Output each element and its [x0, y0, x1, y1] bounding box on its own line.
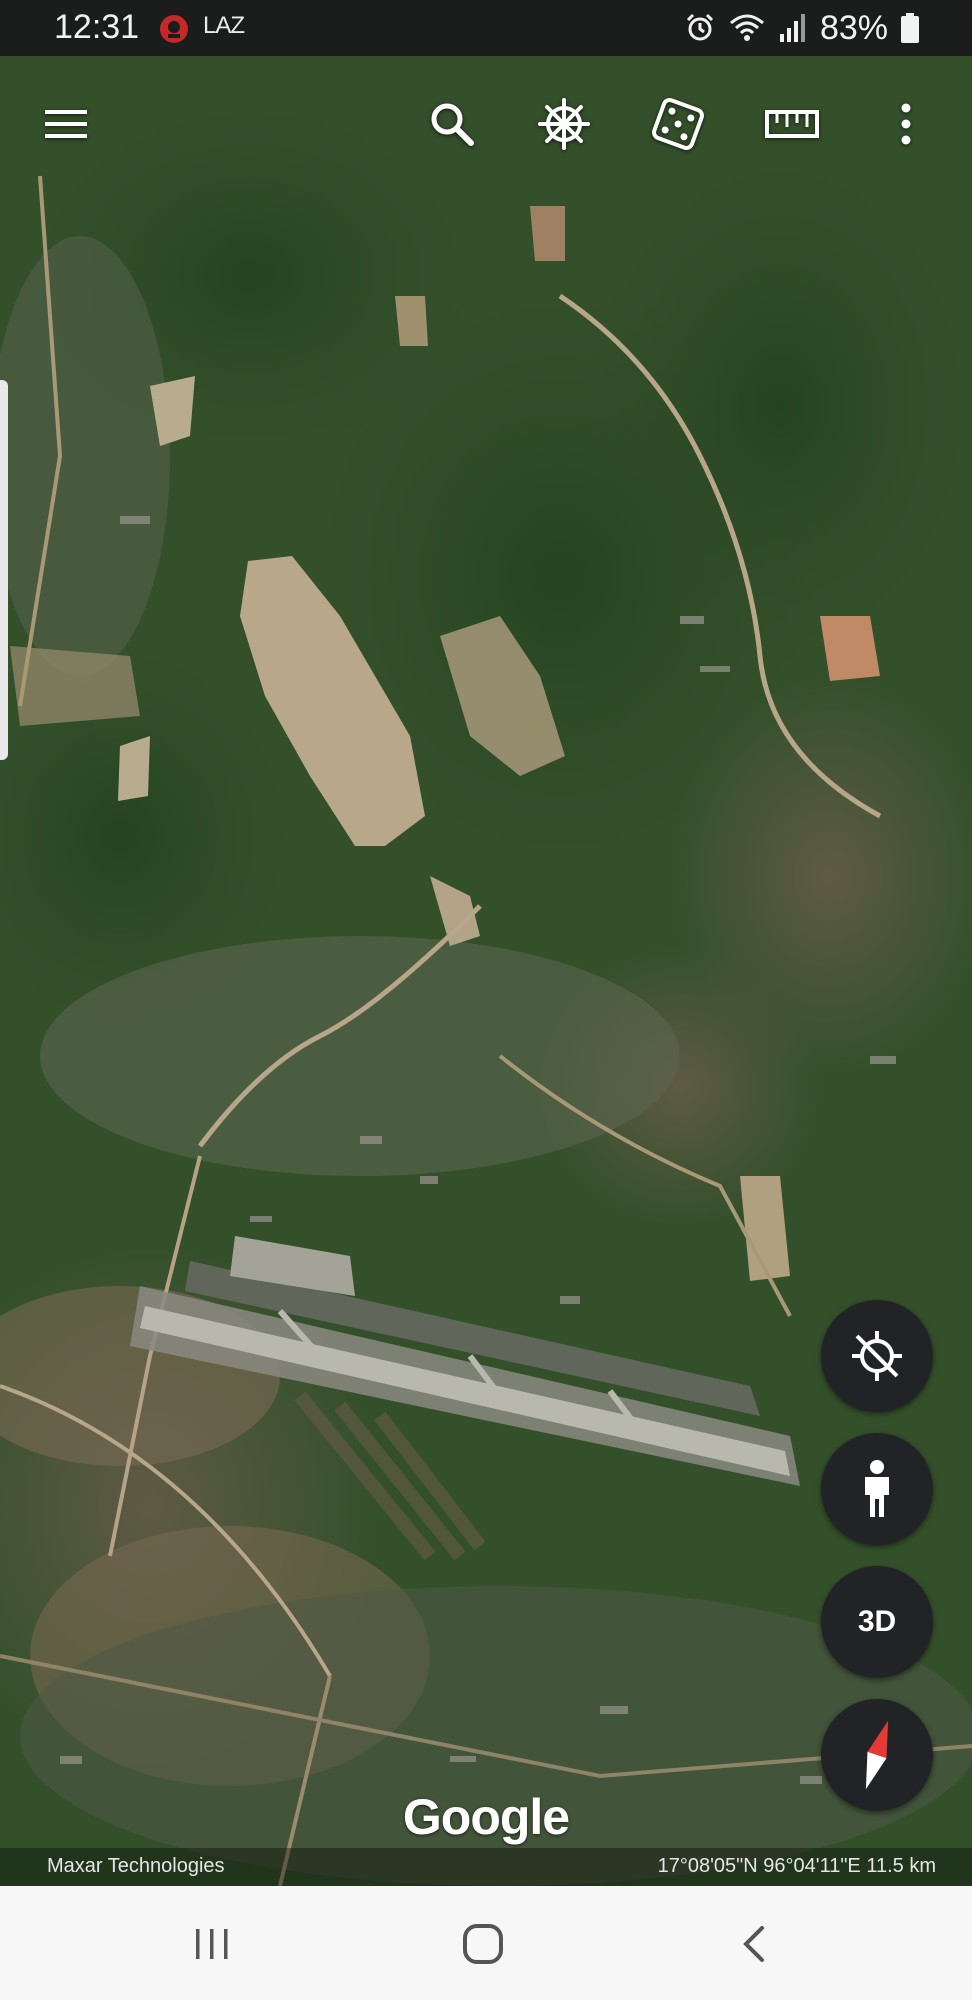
location-off-icon	[852, 1331, 902, 1381]
battery-percent: 83%	[819, 8, 888, 47]
pegman-icon	[865, 1460, 889, 1517]
search-button[interactable]	[420, 92, 484, 156]
feeling-lucky-button[interactable]	[646, 92, 710, 156]
recent-apps-icon	[196, 1929, 228, 1959]
more-options-button[interactable]	[874, 92, 938, 156]
status-time: 12:31	[54, 8, 140, 46]
voyager-wheel-icon	[538, 98, 590, 150]
3d-toggle-button[interactable]: 3D	[821, 1566, 933, 1678]
status-right-group: 83%	[684, 8, 920, 48]
wifi-icon	[729, 14, 764, 41]
battery-icon	[901, 13, 919, 43]
status-app-label: LAZ	[203, 12, 245, 39]
app-notification-icon	[160, 15, 188, 43]
google-logo: Google	[402, 1789, 570, 1845]
measure-ruler-icon	[765, 110, 819, 138]
side-drawer-handle[interactable]	[0, 380, 8, 760]
home-icon	[463, 1924, 503, 1964]
coordinates-readout: 17°08'05"N 96°04'11"E 11.5 km	[657, 1855, 936, 1877]
status-bar: 12:31 LAZ 83%	[0, 0, 972, 56]
home-button[interactable]	[443, 1912, 523, 1976]
alarm-icon	[686, 13, 713, 41]
search-icon	[431, 103, 474, 146]
recent-apps-button[interactable]	[172, 1912, 252, 1976]
back-icon	[743, 1926, 764, 1962]
measure-button[interactable]	[760, 92, 824, 156]
compass-icon	[865, 1720, 889, 1790]
menu-button[interactable]	[34, 92, 98, 156]
system-nav-bar	[0, 1886, 972, 2000]
menu-icon	[45, 110, 87, 138]
street-view-button[interactable]	[821, 1433, 933, 1545]
signal-icon	[779, 14, 805, 42]
3d-toggle-label: 3D	[857, 1605, 897, 1638]
voyager-button[interactable]	[532, 92, 596, 156]
more-options-icon	[901, 103, 911, 145]
back-button[interactable]	[714, 1912, 794, 1976]
imagery-attribution[interactable]: Maxar Technologies	[47, 1855, 225, 1878]
my-location-button[interactable]	[821, 1300, 933, 1412]
attribution-bar: Maxar Technologies 17°08'05"N 96°04'11"E…	[0, 1848, 972, 1886]
feeling-lucky-dice-icon	[652, 98, 704, 150]
